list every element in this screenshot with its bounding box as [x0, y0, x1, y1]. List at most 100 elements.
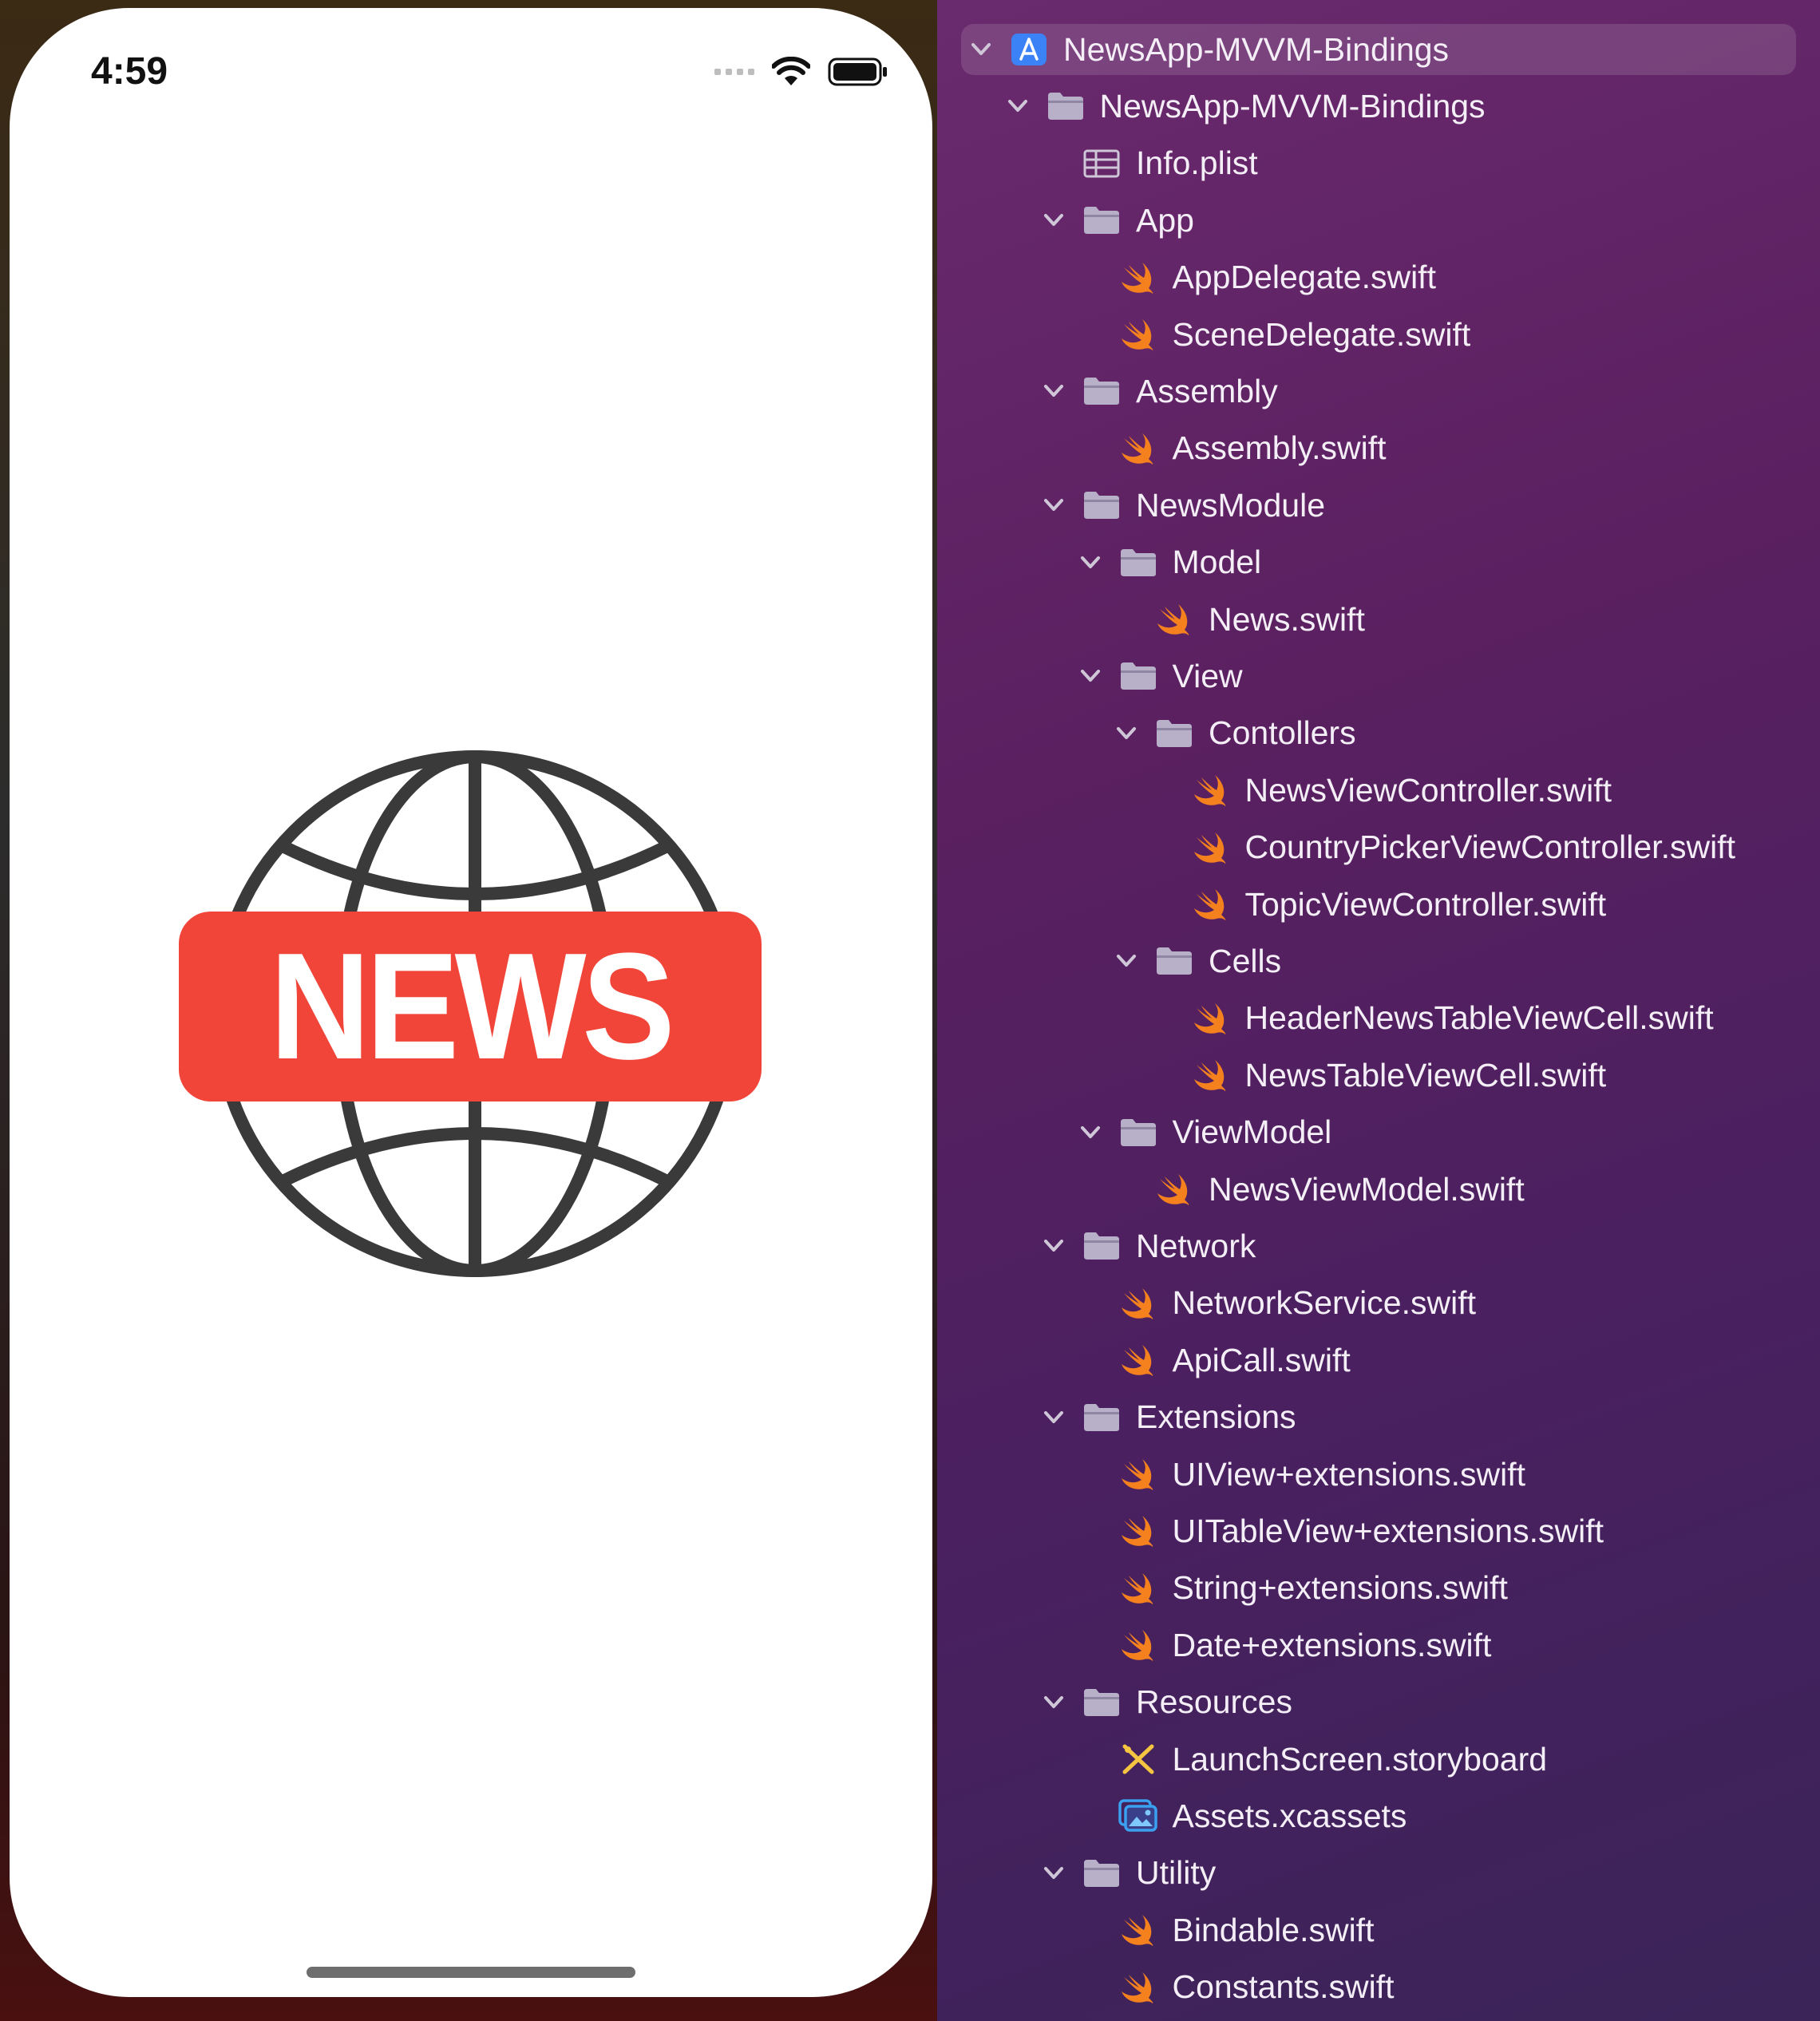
navigator-item-label: NewsApp-MVVM-Bindings	[1099, 87, 1486, 125]
navigator-group-row[interactable]: Assembly	[937, 366, 1278, 417]
navigator-item-label: Date+extensions.swift	[1172, 1626, 1492, 1663]
swift-file-icon	[1118, 1970, 1158, 2005]
navigator-item-label: Cells	[1209, 942, 1282, 979]
chevron-down-icon[interactable]	[1040, 378, 1067, 405]
swift-file-icon	[1191, 773, 1231, 808]
home-indicator[interactable]	[307, 1967, 635, 1978]
folder-icon	[1082, 488, 1122, 523]
navigator-item-label: Resources	[1136, 1683, 1292, 1721]
navigator-item-label: Bindable.swift	[1172, 1911, 1375, 1948]
navigator-file-row[interactable]: NewsViewController.swift	[937, 765, 1612, 816]
navigator-item-label: Model	[1172, 544, 1262, 581]
navigator-item-label: TopicViewController.swift	[1244, 885, 1607, 923]
navigator-item-label: ApiCall.swift	[1172, 1341, 1351, 1378]
navigator-group-row[interactable]: Network	[937, 1220, 1256, 1272]
chevron-down-icon[interactable]	[1004, 93, 1031, 120]
navigator-file-row[interactable]: AppDelegate.swift	[937, 252, 1436, 303]
navigator-item-label: NewsApp-MVVM-Bindings	[1063, 30, 1450, 68]
navigator-file-row[interactable]: UITableView+extensions.swift	[937, 1505, 1604, 1556]
chevron-down-icon[interactable]	[1077, 549, 1104, 576]
navigator-file-row[interactable]: CountryPickerViewController.swift	[937, 822, 1735, 873]
navigator-group-row[interactable]: NewsModule	[937, 480, 1325, 531]
chevron-down-icon[interactable]	[1040, 1860, 1067, 1887]
navigator-file-row[interactable]: UIView+extensions.swift	[937, 1449, 1525, 1500]
navigator-item-label: HeaderNewsTableViewCell.swift	[1244, 999, 1714, 1037]
navigator-item-label: Assembly.swift	[1172, 429, 1387, 467]
navigator-item-label: Extensions	[1136, 1398, 1296, 1436]
status-time: 4:59	[91, 50, 168, 93]
navigator-item-label: UITableView+extensions.swift	[1172, 1512, 1604, 1549]
status-icons	[714, 56, 888, 88]
navigator-group-row[interactable]: View	[937, 651, 1243, 702]
swift-file-icon	[1118, 1912, 1158, 1948]
navigator-item-label: LaunchScreen.storyboard	[1172, 1740, 1548, 1778]
swift-file-icon	[1118, 317, 1158, 352]
swift-file-icon	[1118, 260, 1158, 295]
navigator-group-row[interactable]: NewsApp-MVVM-Bindings	[961, 24, 1796, 75]
navigator-file-row[interactable]: NetworkService.swift	[937, 1278, 1476, 1329]
navigator-item-label: Network	[1136, 1227, 1256, 1264]
folder-icon	[1082, 203, 1122, 238]
navigator-item-label: AppDelegate.swift	[1172, 259, 1436, 296]
navigator-group-row[interactable]: Extensions	[937, 1392, 1296, 1443]
navigator-file-row[interactable]: Assets.xcassets	[937, 1790, 1407, 1841]
chevron-down-icon[interactable]	[1040, 1404, 1067, 1431]
navigator-file-row[interactable]: Constants.swift	[937, 1962, 1395, 2013]
navigator-group-row[interactable]: Resources	[937, 1677, 1292, 1728]
navigator-group-row[interactable]: Utility	[937, 1848, 1216, 1899]
chevron-down-icon[interactable]	[1040, 492, 1067, 519]
navigator-item-label: NewsViewController.swift	[1244, 771, 1612, 809]
navigator-file-row[interactable]: Date+extensions.swift	[937, 1620, 1491, 1671]
navigator-file-row[interactable]: Assembly.swift	[937, 423, 1387, 474]
navigator-group-row[interactable]: ViewModel	[937, 1107, 1331, 1158]
navigator-group-row[interactable]: NewsApp-MVVM-Bindings	[937, 81, 1486, 132]
navigator-group-row[interactable]: Model	[937, 537, 1261, 588]
navigator-item-label: View	[1172, 657, 1243, 694]
navigator-item-label: Utility	[1136, 1854, 1217, 1892]
chevron-down-icon[interactable]	[1113, 947, 1140, 975]
navigator-file-row[interactable]: News.swift	[937, 594, 1365, 645]
chevron-down-icon[interactable]	[1077, 662, 1104, 690]
navigator-item-label: NewsTableViewCell.swift	[1244, 1056, 1607, 1094]
navigator-file-row[interactable]: NewsTableViewCell.swift	[937, 1050, 1606, 1101]
navigator-group-row[interactable]: App	[937, 195, 1194, 246]
navigator-group-row[interactable]: Contollers	[937, 708, 1356, 759]
chevron-down-icon[interactable]	[1040, 207, 1067, 234]
swift-file-icon	[1118, 1457, 1158, 1492]
navigator-item-label: Assembly	[1136, 372, 1278, 409]
navigator-file-row[interactable]: HeaderNewsTableViewCell.swift	[937, 993, 1714, 1044]
navigator-file-row[interactable]: SceneDelegate.swift	[937, 309, 1470, 360]
swift-file-icon	[1191, 1058, 1231, 1093]
navigator-file-row[interactable]: Info.plist	[937, 138, 1258, 189]
navigator-file-row[interactable]: ApiCall.swift	[937, 1335, 1351, 1386]
folder-icon	[1082, 1400, 1122, 1435]
chevron-down-icon[interactable]	[967, 36, 995, 63]
plist-file-icon	[1082, 146, 1122, 181]
folder-icon	[1154, 716, 1194, 751]
navigator-item-label: Assets.xcassets	[1172, 1797, 1407, 1834]
navigator-file-row[interactable]: String+extensions.swift	[937, 1563, 1508, 1614]
navigator-file-row[interactable]: NewsViewModel.swift	[937, 1164, 1525, 1215]
chevron-down-icon[interactable]	[1040, 1232, 1067, 1260]
folder-icon	[1118, 545, 1158, 580]
chevron-down-icon[interactable]	[1077, 1119, 1104, 1146]
navigator-file-row[interactable]: TopicViewController.swift	[937, 879, 1606, 930]
chevron-down-icon[interactable]	[1113, 720, 1140, 747]
navigator-item-label: NewsModule	[1136, 486, 1325, 524]
navigator-file-row[interactable]: Bindable.swift	[937, 1904, 1374, 1956]
cellular-signal-icon	[714, 69, 754, 75]
folder-icon	[1082, 1228, 1122, 1264]
navigator-file-row[interactable]: LaunchScreen.storyboard	[937, 1734, 1547, 1785]
navigator-group-row[interactable]: Cells	[937, 935, 1281, 987]
chevron-down-icon[interactable]	[1040, 1689, 1067, 1716]
folder-icon	[1082, 374, 1122, 409]
